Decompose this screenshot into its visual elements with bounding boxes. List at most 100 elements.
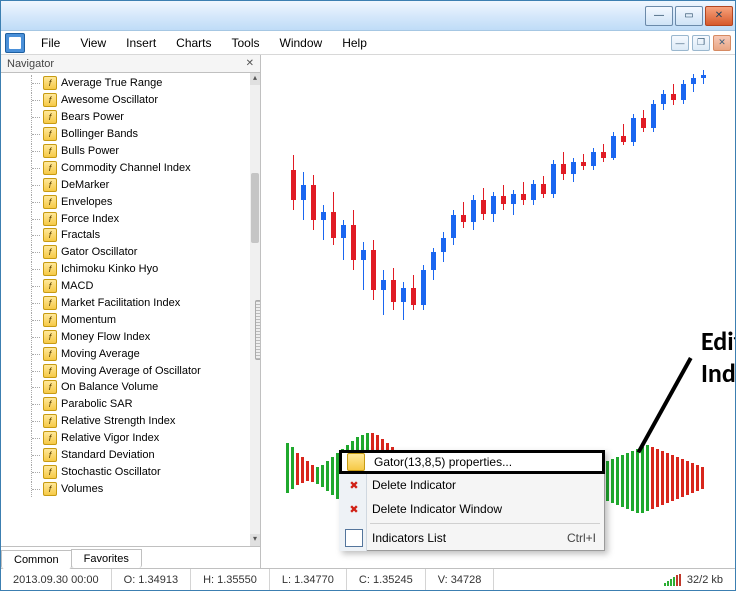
function-icon: f bbox=[43, 178, 57, 192]
indicator-item[interactable]: fStochastic Oscillator bbox=[1, 463, 260, 480]
indicator-item[interactable]: f MACD bbox=[1, 278, 260, 295]
indicator-item[interactable]: fParabolic SAR bbox=[1, 396, 260, 413]
chart-area[interactable]: Edit Indicator Gator(13,8,5) properties.… bbox=[261, 55, 735, 568]
indicator-item[interactable]: fMoving Average of Oscillator bbox=[1, 362, 260, 379]
navigator-header: Navigator ✕ bbox=[1, 55, 260, 73]
indicator-item[interactable]: fOn Balance Volume bbox=[1, 379, 260, 396]
navigator-tree[interactable]: fAverage True RangefAwesome OscillatorfB… bbox=[1, 73, 260, 546]
nav-tab-favorites[interactable]: Favorites bbox=[71, 549, 142, 568]
indicator-item[interactable]: fForce Index bbox=[1, 210, 260, 227]
indicator-item[interactable]: fAwesome Oscillator bbox=[1, 92, 260, 109]
ctx-delete-indicator[interactable]: ✖ Delete Indicator bbox=[340, 473, 604, 497]
function-icon: f bbox=[43, 397, 57, 411]
candle bbox=[481, 188, 486, 220]
indicator-item[interactable]: fMoving Average bbox=[1, 345, 260, 362]
indicator-item[interactable]: fMomentum bbox=[1, 311, 260, 328]
navigator-title: Navigator bbox=[7, 58, 54, 70]
annotation-label: Edit Indicator bbox=[701, 325, 735, 389]
indicator-item[interactable]: fStandard Deviation bbox=[1, 447, 260, 464]
indicator-item[interactable]: fRelative Strength Index bbox=[1, 413, 260, 430]
candle bbox=[431, 248, 436, 280]
scroll-down-icon[interactable]: ▾ bbox=[250, 534, 260, 546]
menu-window[interactable]: Window bbox=[270, 33, 333, 53]
menu-view[interactable]: View bbox=[70, 33, 116, 53]
app-window: — ▭ ✕ File View Insert Charts Tools Wind… bbox=[0, 0, 736, 591]
status-bar: 2013.09.30 00:00 O: 1.34913 H: 1.35550 L… bbox=[1, 568, 735, 590]
panel-resize-handle[interactable] bbox=[255, 300, 260, 360]
candle bbox=[341, 220, 346, 260]
window-minimize-button[interactable]: — bbox=[645, 6, 673, 26]
function-icon: f bbox=[43, 262, 57, 276]
indicator-item[interactable]: fAverage True Range bbox=[1, 75, 260, 92]
candle bbox=[491, 192, 496, 222]
indicator-item[interactable]: fRelative Vigor Index bbox=[1, 430, 260, 447]
indicator-item[interactable]: fVolumes bbox=[1, 480, 260, 497]
gator-bar-down bbox=[696, 475, 699, 491]
navigator-close-button[interactable]: ✕ bbox=[246, 58, 254, 69]
gator-bar-up bbox=[611, 459, 614, 475]
menu-charts[interactable]: Charts bbox=[166, 33, 221, 53]
gator-bar-down bbox=[331, 475, 334, 495]
candle bbox=[581, 154, 586, 170]
indicator-label: Moving Average of Oscillator bbox=[61, 365, 201, 377]
candle bbox=[631, 114, 636, 146]
function-icon: f bbox=[43, 279, 57, 293]
menu-tools[interactable]: Tools bbox=[222, 33, 270, 53]
gator-bar-up bbox=[701, 467, 704, 475]
gator-bar-up bbox=[626, 453, 629, 475]
indicator-item[interactable]: fBulls Power bbox=[1, 143, 260, 160]
mdi-minimize-button[interactable]: — bbox=[671, 35, 689, 51]
indicator-label: MACD bbox=[61, 280, 93, 292]
menu-insert[interactable]: Insert bbox=[116, 33, 166, 53]
price-chart[interactable] bbox=[271, 65, 725, 410]
gator-bar-down bbox=[286, 475, 289, 493]
candle bbox=[441, 232, 446, 262]
candle bbox=[701, 70, 706, 84]
indicator-label: Force Index bbox=[61, 213, 119, 225]
ctx-label: Gator(13,8,5) properties... bbox=[374, 455, 512, 469]
indicator-item[interactable]: fCommodity Channel Index bbox=[1, 159, 260, 176]
indicator-item[interactable]: fBears Power bbox=[1, 109, 260, 126]
indicator-item[interactable]: fDeMarker bbox=[1, 176, 260, 193]
indicator-item[interactable]: fGator Oscillator bbox=[1, 244, 260, 261]
ctx-gator-properties[interactable]: Gator(13,8,5) properties... bbox=[339, 450, 605, 474]
ctx-delete-indicator-window[interactable]: ✖ Delete Indicator Window bbox=[340, 497, 604, 521]
gator-bar-up bbox=[696, 465, 699, 475]
indicator-item[interactable]: fFractals bbox=[1, 227, 260, 244]
gator-bar-up bbox=[641, 447, 644, 475]
indicator-label: Volumes bbox=[61, 483, 103, 495]
window-close-button[interactable]: ✕ bbox=[705, 6, 733, 26]
gator-bar-up bbox=[296, 453, 299, 475]
gator-bar-up bbox=[686, 461, 689, 475]
candle bbox=[511, 190, 516, 215]
nav-tab-common[interactable]: Common bbox=[1, 550, 72, 569]
maximize-icon: ▭ bbox=[684, 10, 693, 21]
indicator-label: Moving Average bbox=[61, 348, 140, 360]
context-menu: Gator(13,8,5) properties... ✖ Delete Ind… bbox=[339, 450, 605, 551]
indicator-item[interactable]: fIchimoku Kinko Hyo bbox=[1, 261, 260, 278]
function-icon: f bbox=[43, 195, 57, 209]
indicator-item[interactable]: fBollinger Bands bbox=[1, 126, 260, 143]
scroll-thumb[interactable] bbox=[251, 173, 259, 243]
indicator-label: Awesome Oscillator bbox=[61, 94, 158, 106]
menu-help[interactable]: Help bbox=[332, 33, 377, 53]
ctx-label: Delete Indicator bbox=[372, 478, 456, 492]
indicator-label: Fractals bbox=[61, 229, 100, 241]
ctx-indicators-list[interactable]: Indicators List Ctrl+I bbox=[340, 526, 604, 550]
candle bbox=[541, 176, 546, 198]
indicator-item[interactable]: fMarket Facilitation Index bbox=[1, 295, 260, 312]
indicator-item[interactable]: fEnvelopes bbox=[1, 193, 260, 210]
gator-bar-up bbox=[656, 449, 659, 475]
window-maximize-button[interactable]: ▭ bbox=[675, 6, 703, 26]
scroll-up-icon[interactable]: ▴ bbox=[250, 73, 260, 85]
indicator-item[interactable]: fMoney Flow Index bbox=[1, 328, 260, 345]
mdi-close-button[interactable]: ✕ bbox=[713, 35, 731, 51]
status-high: H: 1.35550 bbox=[191, 569, 270, 590]
status-volume: V: 34728 bbox=[426, 569, 495, 590]
status-low: L: 1.34770 bbox=[270, 569, 347, 590]
mdi-restore-button[interactable]: ❐ bbox=[692, 35, 710, 51]
gator-bar-down bbox=[656, 475, 659, 507]
menu-file[interactable]: File bbox=[31, 33, 70, 53]
gator-bar-down bbox=[631, 475, 634, 511]
gator-bar-up bbox=[621, 455, 624, 475]
